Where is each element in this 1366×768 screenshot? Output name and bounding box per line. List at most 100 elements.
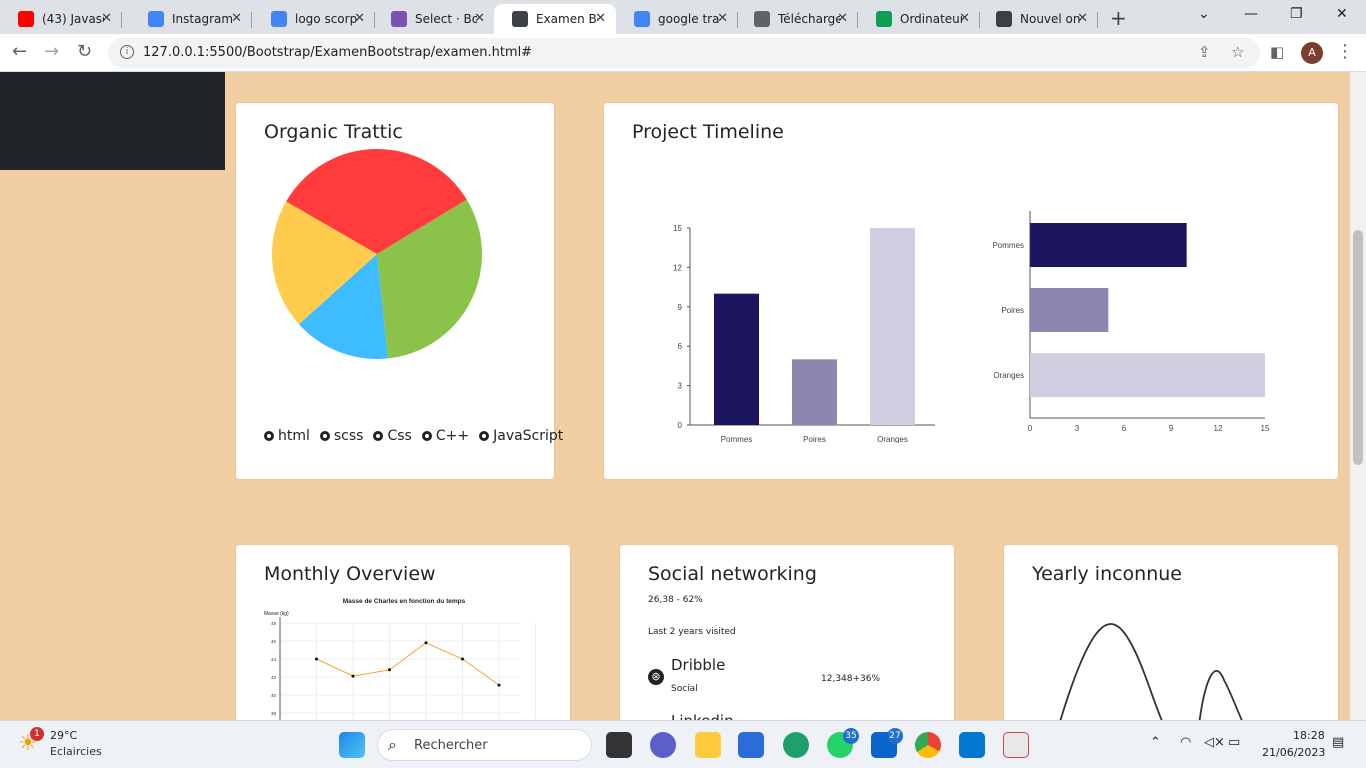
tab-close-icon[interactable]: ✕ bbox=[837, 11, 848, 26]
chevron-up-icon[interactable]: ⌃ bbox=[1150, 735, 1161, 750]
tab-close-icon[interactable]: ✕ bbox=[231, 11, 242, 26]
bookmark-star-icon[interactable]: ☆ bbox=[1231, 43, 1244, 61]
browser-tab[interactable]: Ordinateur ✕ bbox=[858, 4, 980, 34]
tab-label: Examen Bo bbox=[536, 12, 598, 26]
y-tick-label: Oranges bbox=[993, 371, 1024, 380]
browser-tab[interactable]: Télécharge ✕ bbox=[736, 4, 858, 34]
maximize-button[interactable]: ❐ bbox=[1290, 6, 1303, 22]
store-icon[interactable] bbox=[738, 732, 764, 758]
legend-item[interactable]: C++ bbox=[421, 428, 469, 444]
weather-desc[interactable]: Eclaircies bbox=[50, 745, 102, 758]
taskbar-search[interactable]: ⌕ Rechercher bbox=[377, 729, 592, 761]
yearly-card: Yearly inconnue bbox=[1004, 545, 1338, 720]
social-stat: 26,38 - 62% bbox=[648, 595, 703, 605]
vscode-icon[interactable] bbox=[959, 732, 985, 758]
reload-icon[interactable]: ↻ bbox=[77, 41, 92, 62]
tab-label: Nouvel on bbox=[1020, 12, 1081, 26]
legend-item[interactable]: scss bbox=[319, 428, 363, 444]
legend-item[interactable]: Css bbox=[373, 428, 412, 444]
y-axis-label: Masse (kg) bbox=[264, 611, 289, 617]
tab-close-icon[interactable]: ✕ bbox=[717, 11, 728, 26]
minimize-button[interactable]: — bbox=[1244, 6, 1258, 22]
bar bbox=[1030, 288, 1109, 332]
chrome-icon[interactable] bbox=[915, 732, 941, 758]
task-view-icon[interactable] bbox=[606, 732, 632, 758]
forward-arrow-icon[interactable]: → bbox=[44, 41, 59, 62]
wifi-icon[interactable]: ◠ bbox=[1180, 735, 1191, 750]
line-chart: Masse de Charles en fonction du temps Mas… bbox=[264, 598, 536, 720]
clock-date[interactable]: 21/06/2023 bbox=[1262, 746, 1325, 759]
back-arrow-icon[interactable]: ← bbox=[12, 41, 27, 62]
legend-dot-icon bbox=[319, 431, 330, 441]
search-placeholder: Rechercher bbox=[414, 738, 488, 753]
url-text[interactable]: 127.0.0.1:5500/Bootstrap/ExamenBootstrap… bbox=[143, 45, 532, 60]
windows-taskbar: ☀ 1 29°C Eclaircies ⌕ Rechercher 35 27 ⌃… bbox=[0, 720, 1366, 768]
bar bbox=[792, 359, 837, 425]
snipping-tool-icon[interactable] bbox=[1003, 732, 1029, 758]
whatsapp-icon[interactable]: 35 bbox=[827, 728, 859, 758]
browser-tab[interactable]: Instagram ✕ bbox=[130, 4, 252, 34]
data-point bbox=[461, 657, 464, 661]
new-tab-button[interactable]: + bbox=[1110, 6, 1127, 30]
share-icon[interactable]: ⇪ bbox=[1198, 43, 1211, 61]
teams-chat-icon[interactable] bbox=[650, 732, 676, 758]
edge-icon[interactable] bbox=[783, 732, 809, 758]
browser-tab[interactable]: Examen Bo ✕ bbox=[494, 4, 616, 34]
tab-close-icon[interactable]: ✕ bbox=[474, 11, 485, 26]
side-panel-icon[interactable]: ◧ bbox=[1270, 43, 1284, 61]
browser-tab[interactable]: logo scorp ✕ bbox=[253, 4, 375, 34]
bar bbox=[714, 293, 759, 425]
search-icon: ⌕ bbox=[388, 735, 397, 754]
windows-start-icon[interactable] bbox=[339, 732, 365, 758]
tab-close-icon[interactable]: ✕ bbox=[1077, 11, 1088, 26]
browser-tab[interactable]: Nouvel on ✕ bbox=[978, 4, 1098, 34]
legend-item[interactable]: html bbox=[264, 428, 310, 444]
dribbble-icon: ⊛ bbox=[648, 669, 664, 685]
social-item-sub: Social bbox=[671, 684, 698, 694]
clock-time[interactable]: 18:28 bbox=[1293, 729, 1325, 742]
whatsapp-badge: 35 bbox=[843, 728, 859, 744]
mail-icon[interactable]: 27 bbox=[871, 728, 903, 758]
weather-temp[interactable]: 29°C bbox=[50, 729, 77, 742]
menu-dots-icon[interactable]: ⋮ bbox=[1336, 41, 1354, 62]
site-info-icon[interactable]: i bbox=[120, 45, 134, 59]
pie-chart bbox=[272, 148, 482, 359]
diamond-icon bbox=[754, 11, 770, 27]
legend-item[interactable]: JavaScript bbox=[479, 428, 563, 444]
notification-icon[interactable]: ▤ bbox=[1332, 735, 1344, 750]
close-window-button[interactable]: ✕ bbox=[1336, 6, 1348, 22]
battery-icon[interactable]: ▭ bbox=[1228, 735, 1240, 750]
globe-icon bbox=[996, 11, 1012, 27]
profile-avatar[interactable]: A bbox=[1301, 42, 1323, 64]
legend-dot-icon bbox=[421, 431, 432, 441]
tab-close-icon[interactable]: ✕ bbox=[959, 11, 970, 26]
x-tick-label: Pommes bbox=[721, 435, 753, 443]
browser-tab[interactable]: Select · Bo ✕ bbox=[373, 4, 495, 34]
data-point bbox=[388, 668, 391, 672]
tab-label: Ordinateur bbox=[900, 12, 962, 26]
speaker-muted-icon[interactable]: ◁× bbox=[1204, 735, 1225, 750]
tab-close-icon[interactable]: ✕ bbox=[595, 11, 606, 26]
project-timeline-card: Project Timeline 0 3 6 9 12 15 Pommes Poires Ora… bbox=[604, 103, 1338, 479]
tab-separator bbox=[121, 12, 122, 28]
legend-label: Css bbox=[387, 428, 412, 444]
y-tick-label: 15 bbox=[673, 224, 682, 233]
x-tick-label: 0 bbox=[1028, 424, 1033, 433]
vertical-bar-chart: 0 3 6 9 12 15 Pommes Poires Oranges bbox=[673, 224, 935, 443]
y-tick-label: 46 bbox=[271, 639, 277, 644]
scrollbar-thumb[interactable] bbox=[1353, 230, 1363, 465]
tab-label: (43) Javasc bbox=[42, 12, 104, 26]
tab-search-icon[interactable]: ⌄ bbox=[1198, 6, 1210, 22]
tab-close-icon[interactable]: ✕ bbox=[101, 11, 112, 26]
browser-tab[interactable]: google tra ✕ bbox=[616, 4, 738, 34]
social-subtitle: Last 2 years visited bbox=[648, 627, 736, 637]
browser-tab[interactable]: (43) Javasc ✕ bbox=[0, 4, 122, 34]
legend-label: JavaScript bbox=[493, 428, 564, 444]
address-bar[interactable]: i 127.0.0.1:5500/Bootstrap/ExamenBootstr… bbox=[108, 38, 1260, 68]
y-tick-label: 6 bbox=[678, 342, 683, 351]
page-scrollbar[interactable] bbox=[1350, 72, 1366, 720]
card-title: Project Timeline bbox=[632, 121, 784, 143]
tab-close-icon[interactable]: ✕ bbox=[354, 11, 365, 26]
y-tick-label: 12 bbox=[673, 263, 682, 272]
file-explorer-icon[interactable] bbox=[695, 732, 721, 758]
